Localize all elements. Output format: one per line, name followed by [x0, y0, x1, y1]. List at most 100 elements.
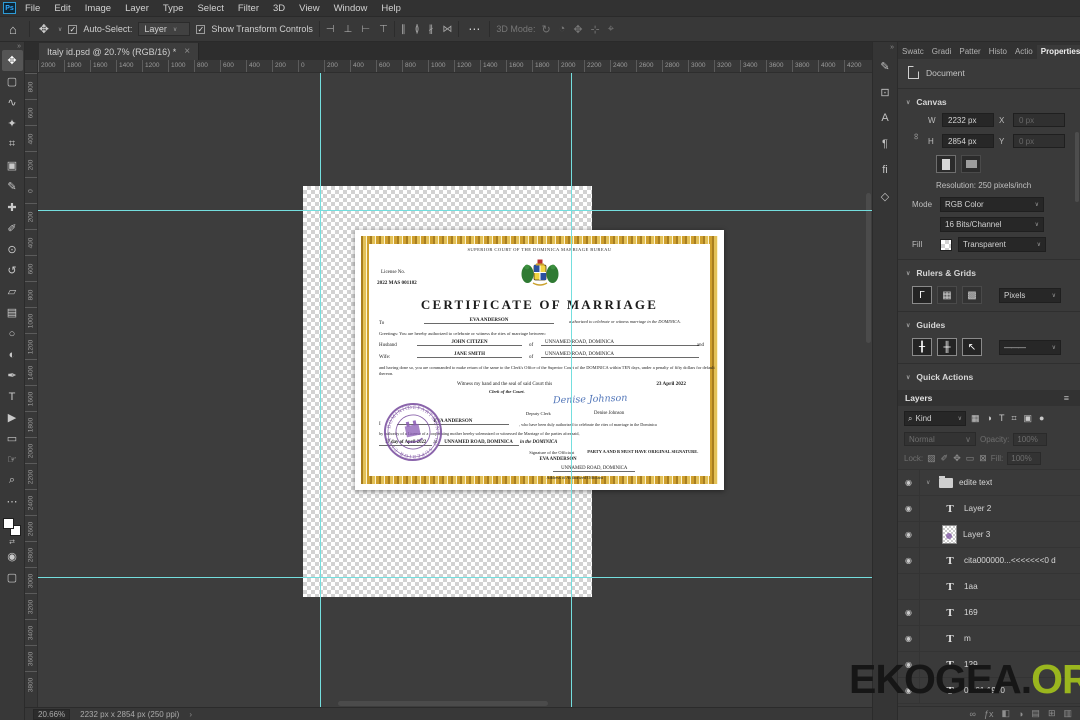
panel-tab[interactable]: Histo [985, 45, 1011, 59]
tool-button[interactable]: ⌕ [2, 470, 23, 491]
visibility-toggle[interactable]: ◉ [898, 522, 920, 547]
tab-properties[interactable]: Properties [1036, 45, 1080, 59]
tool-button[interactable]: ✥ [1, 50, 23, 71]
layer-row[interactable]: ◉ T 1aa [898, 574, 1080, 600]
panel-tab[interactable]: Swatc [898, 45, 928, 59]
opacity-field[interactable]: 100% [1013, 432, 1048, 446]
layer-name[interactable]: cita000000...<<<<<<<0 d [964, 556, 1056, 565]
menu-item[interactable]: Image [78, 2, 118, 15]
tool-button[interactable]: ✐ [2, 218, 23, 239]
menu-item[interactable]: Layer [118, 2, 156, 15]
canvas-viewport[interactable]: SUPERIOR COURT OF THE DOMINICA MARRIAGE … [38, 73, 872, 707]
panel-dock-icon[interactable]: fi [875, 159, 896, 181]
layer-row[interactable]: ◉ ∨ edite text [898, 470, 1080, 496]
layer-name[interactable]: 169 [964, 608, 978, 617]
tool-button[interactable]: ∿ [2, 92, 23, 113]
tool-button[interactable]: ✚ [2, 197, 23, 218]
3d-mode-icon[interactable]: ⌖ [608, 23, 614, 36]
tool-button[interactable]: ⌗ [2, 134, 23, 155]
menu-item[interactable]: Select [190, 2, 230, 15]
rulers-grids-section-header[interactable]: ∨ Rulers & Grids [898, 263, 1080, 282]
tool-button[interactable]: T [2, 386, 23, 407]
toggle-rulers-button[interactable]: Γ [912, 286, 932, 304]
layers-action-icon[interactable]: ⊞ [1048, 708, 1056, 719]
collapse-tools-icon[interactable]: » [17, 43, 24, 50]
layer-name[interactable]: m [964, 634, 971, 643]
align-icon[interactable]: ⊣ [326, 24, 335, 35]
chevron-down-icon[interactable]: ∨ [58, 26, 62, 33]
menu-item[interactable]: Window [327, 2, 375, 15]
width-field[interactable]: 2232 px [942, 113, 994, 127]
tool-button[interactable]: ✒ [2, 365, 23, 386]
visibility-toggle[interactable]: ◉ [898, 626, 920, 651]
color-mode-dropdown[interactable]: RGB Color ∨ [940, 197, 1044, 212]
layer-filter-icon[interactable]: T [998, 413, 1006, 424]
tool-button[interactable]: ▶ [2, 407, 23, 428]
screen-mode-button[interactable]: ▢ [2, 567, 23, 588]
tool-button[interactable]: ▱ [2, 281, 23, 302]
tool-button[interactable]: ▢ [2, 71, 23, 92]
visibility-toggle[interactable]: ◉ [898, 470, 920, 495]
layer-filter-icon[interactable]: ▣ [1023, 413, 1034, 424]
menu-item[interactable]: Filter [231, 2, 266, 15]
layer-row[interactable]: ◉ T m [898, 626, 1080, 652]
layer-filter-icon[interactable]: ▦ [970, 413, 981, 424]
canvas-section-header[interactable]: ∨ Canvas [898, 92, 1080, 111]
layers-action-icon[interactable]: ◑ [1018, 709, 1023, 719]
link-dimensions-icon[interactable]: ∞ [906, 132, 929, 142]
layer-filter-icon[interactable]: ● [1038, 413, 1045, 424]
layer-name[interactable]: edite text [959, 478, 992, 487]
align-icon[interactable]: ⊢ [361, 24, 370, 35]
panel-dock-icon[interactable]: A [875, 107, 896, 129]
tool-button[interactable]: ◐ [2, 344, 23, 365]
group-chevron-icon[interactable]: ∨ [926, 479, 933, 486]
panel-scrollbar[interactable] [1075, 132, 1079, 202]
tool-button[interactable]: ▭ [2, 428, 23, 449]
x-field[interactable]: 0 px [1013, 113, 1065, 127]
layer-filter-icon[interactable]: ⌗ [1010, 413, 1017, 424]
panel-dock-icon[interactable]: ¶ [875, 133, 896, 155]
lock-option-icon[interactable]: ✐ [941, 453, 949, 464]
3d-mode-icon[interactable]: ◔ [559, 23, 566, 36]
toggle-grid-button[interactable]: ▦ [937, 286, 957, 304]
quick-actions-section-header[interactable]: ∨ Quick Actions [898, 367, 1080, 386]
layer-row[interactable]: ◉ T Layer 2 [898, 496, 1080, 522]
clear-guides-button[interactable]: ↖ [962, 338, 982, 356]
3d-mode-icon[interactable]: ⊹ [591, 23, 600, 36]
vertical-guide[interactable] [320, 73, 321, 707]
document-tab[interactable]: Italy id.psd @ 20.7% (RGB/16) * × [39, 43, 200, 60]
panel-dock-icon[interactable]: ◇ [875, 185, 896, 207]
fill-field[interactable]: 100% [1007, 452, 1042, 465]
fill-dropdown[interactable]: Transparent ∨ [958, 237, 1046, 252]
distribute-icon[interactable]: ∦ [428, 24, 433, 35]
panel-dock-icon[interactable]: ✎ [875, 55, 896, 77]
units-dropdown[interactable]: Pixels ∨ [999, 287, 1061, 303]
status-expander-icon[interactable]: › [189, 710, 192, 719]
visibility-toggle[interactable]: ◉ [898, 496, 920, 521]
landscape-orientation-button[interactable] [961, 155, 981, 173]
3d-mode-icon[interactable]: ↻ [541, 23, 550, 36]
layers-panel-header[interactable]: Layers ≡ [898, 390, 1080, 406]
expand-panels-icon[interactable]: » [890, 44, 897, 51]
blend-mode-dropdown[interactable]: Normal ∨ [904, 432, 976, 446]
menu-item[interactable]: File [18, 2, 47, 15]
quick-mask-button[interactable]: ◉ [2, 546, 23, 567]
menu-item[interactable]: Edit [47, 2, 77, 15]
menu-item[interactable]: View [292, 2, 326, 15]
tool-button[interactable]: ↺ [2, 260, 23, 281]
horizontal-guide[interactable] [38, 577, 872, 578]
lock-option-icon[interactable]: ✥ [953, 453, 961, 464]
visibility-toggle[interactable]: ◉ [898, 600, 920, 625]
layer-row[interactable]: ◉ T 169 [898, 600, 1080, 626]
menu-item[interactable]: Type [156, 2, 191, 15]
layers-action-icon[interactable]: ◧ [1001, 708, 1010, 719]
show-transform-checkbox[interactable]: ✓ [196, 24, 206, 34]
lock-option-icon[interactable]: ⊠ [979, 453, 987, 464]
layer-name[interactable]: 1aa [964, 582, 978, 591]
portrait-orientation-button[interactable] [936, 155, 956, 173]
visibility-toggle[interactable]: ◉ [898, 574, 920, 599]
home-icon[interactable]: ⌂ [6, 23, 23, 36]
fill-swatch[interactable] [940, 238, 952, 251]
tool-button[interactable]: ○ [2, 323, 23, 344]
horizontal-guide[interactable] [38, 210, 872, 211]
